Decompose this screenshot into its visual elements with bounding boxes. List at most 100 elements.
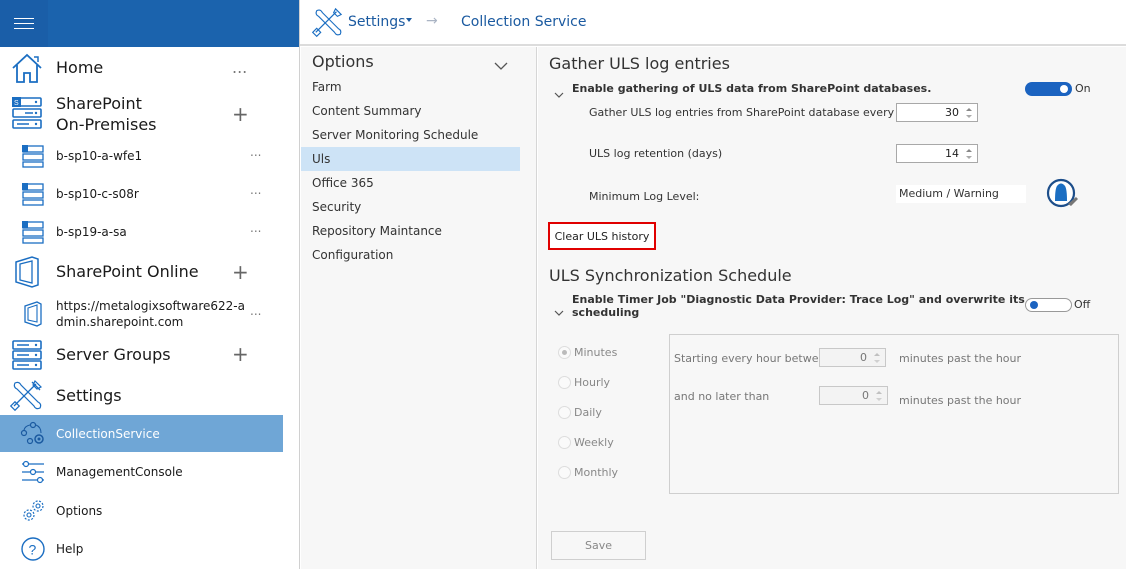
- sharepoint-server-icon: [20, 181, 46, 207]
- retention-spinner[interactable]: 14: [896, 144, 978, 163]
- nav-label: Server Groups: [56, 345, 171, 364]
- end-minute-spinner[interactable]: 0: [819, 386, 888, 405]
- more-options-button[interactable]: ...: [250, 183, 261, 197]
- more-options-button[interactable]: ...: [232, 58, 247, 77]
- option-uls[interactable]: Uls: [301, 147, 520, 171]
- gather-interval-label: Gather ULS log entries from SharePoint d…: [589, 106, 933, 119]
- nav-item-server[interactable]: b-sp10-c-s08r ...: [0, 181, 283, 207]
- chevron-down-icon[interactable]: [406, 18, 412, 22]
- nav-item-options[interactable]: Options: [0, 497, 283, 525]
- end-suffix: minutes past the hour: [899, 394, 1022, 407]
- min-log-level-value[interactable]: Medium / Warning: [896, 185, 1026, 203]
- spinner-value: 30: [945, 106, 959, 119]
- nav-label-line1: https://metalogixsoftware622-a: [56, 299, 245, 313]
- add-button[interactable]: +: [232, 102, 249, 126]
- svg-text:S: S: [14, 100, 19, 107]
- nav-item-home[interactable]: Home ...: [0, 50, 283, 86]
- home-icon: [10, 51, 44, 85]
- log-level-picker-icon[interactable]: [1046, 177, 1080, 215]
- radio-daily[interactable]: Daily: [558, 406, 602, 419]
- nav-item-collection-service[interactable]: CollectionService: [0, 415, 283, 452]
- nav-item-sharepoint-on-premises[interactable]: S SharePoint On-Premises +: [0, 92, 283, 136]
- enable-gathering-toggle[interactable]: [1025, 82, 1072, 96]
- option-server-monitoring-schedule[interactable]: Server Monitoring Schedule: [301, 123, 520, 147]
- gather-section-title: Gather ULS log entries: [549, 54, 730, 73]
- option-content-summary[interactable]: Content Summary: [301, 99, 520, 123]
- radio-weekly[interactable]: Weekly: [558, 436, 614, 449]
- nav-label-line2: On-Premises: [56, 115, 157, 134]
- more-options-button[interactable]: ...: [250, 145, 261, 159]
- option-farm[interactable]: Farm: [301, 75, 520, 99]
- options-pane: Options Farm Content Summary Server Moni…: [301, 47, 537, 569]
- breadcrumb-settings-link[interactable]: Settings: [348, 14, 405, 30]
- toggle-state-label: On: [1075, 82, 1091, 95]
- nav-header: [0, 0, 299, 47]
- gears-icon: [20, 498, 46, 524]
- server-stack-icon: [10, 338, 44, 372]
- save-button[interactable]: Save: [551, 531, 646, 560]
- nav-item-management-console[interactable]: ManagementConsole: [0, 458, 283, 486]
- nav-label: https://metalogixsoftware622-a dmin.share…: [56, 298, 245, 330]
- radio-icon: [558, 406, 571, 419]
- chevron-down-icon[interactable]: [554, 302, 564, 321]
- left-navigation: Home ... S SharePoint On-Premises + b-sp1…: [0, 0, 300, 569]
- tools-icon: [311, 6, 344, 42]
- help-icon: ?: [20, 536, 46, 562]
- radio-minutes[interactable]: Minutes: [558, 346, 617, 359]
- option-repository-maintance[interactable]: Repository Maintance: [301, 219, 520, 243]
- spinner-arrows-icon[interactable]: [875, 389, 883, 403]
- add-button[interactable]: +: [232, 260, 249, 284]
- options-title: Options: [312, 52, 374, 71]
- nav-item-sharepoint-online[interactable]: SharePoint Online +: [0, 254, 283, 290]
- nav-item-help[interactable]: ? Help: [0, 535, 283, 563]
- option-office-365[interactable]: Office 365: [301, 171, 520, 195]
- spinner-value: 14: [945, 147, 959, 160]
- gather-interval-spinner[interactable]: 30: [896, 103, 978, 122]
- radio-icon: [558, 436, 571, 449]
- spinner-arrows-icon[interactable]: [965, 147, 973, 161]
- clear-uls-history-button[interactable]: Clear ULS history: [548, 222, 656, 250]
- nav-label: SharePoint Online: [56, 262, 199, 281]
- nav-label: b-sp10-a-wfe1: [56, 149, 143, 163]
- nav-label: ManagementConsole: [56, 465, 183, 479]
- label-line1: Enable Timer Job "Diagnostic Data Provid…: [572, 293, 1025, 306]
- sliders-icon: [20, 459, 46, 485]
- radio-label: Monthly: [574, 466, 619, 479]
- nav-label-line1: SharePoint: [56, 94, 142, 113]
- sync-section-title: ULS Synchronization Schedule: [549, 266, 792, 285]
- radio-selected-icon: [558, 346, 571, 359]
- start-minute-spinner[interactable]: 0: [819, 348, 886, 367]
- more-options-button[interactable]: ...: [250, 221, 261, 235]
- nav-item-settings[interactable]: Settings: [0, 377, 283, 413]
- button-label: Clear ULS history: [554, 229, 650, 243]
- nav-item-tenant[interactable]: https://metalogixsoftware622-a dmin.share…: [0, 296, 283, 332]
- spinner-arrows-icon[interactable]: [873, 351, 881, 365]
- radio-hourly[interactable]: Hourly: [558, 376, 610, 389]
- chevron-down-icon[interactable]: [494, 56, 508, 75]
- tools-icon: [10, 378, 44, 412]
- nav-label: Help: [56, 542, 84, 556]
- menu-toggle-button[interactable]: [0, 0, 48, 47]
- add-button[interactable]: +: [232, 342, 249, 366]
- radio-label: Weekly: [574, 436, 614, 449]
- nav-label: Settings: [56, 386, 122, 405]
- option-security[interactable]: Security: [301, 195, 520, 219]
- chevron-down-icon[interactable]: [554, 84, 564, 103]
- nav-label: b-sp19-a-sa: [56, 225, 127, 239]
- nav-label: Options: [56, 504, 103, 518]
- spinner-arrows-icon[interactable]: [965, 106, 973, 120]
- nav-item-server[interactable]: b-sp10-a-wfe1 ...: [0, 143, 283, 169]
- start-label: Starting every hour between: [674, 352, 833, 365]
- more-options-button[interactable]: ...: [250, 304, 261, 318]
- sharepoint-server-icon: [20, 143, 46, 169]
- option-configuration[interactable]: Configuration: [301, 243, 520, 267]
- nav-item-server-groups[interactable]: Server Groups +: [0, 338, 283, 372]
- enable-timer-job-toggle[interactable]: [1025, 298, 1072, 312]
- spinner-value: 0: [862, 389, 869, 402]
- toggle-state-label: Off: [1074, 298, 1091, 311]
- nav-item-server[interactable]: b-sp19-a-sa ...: [0, 219, 283, 245]
- end-label: and no later than: [674, 390, 770, 403]
- office-icon: [10, 255, 44, 289]
- radio-monthly[interactable]: Monthly: [558, 466, 618, 479]
- radio-icon: [558, 466, 571, 479]
